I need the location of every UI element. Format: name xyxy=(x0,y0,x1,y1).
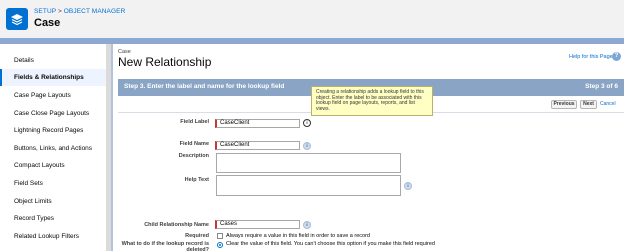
step-title: Step 3. Enter the label and name for the… xyxy=(124,83,285,90)
sidebar-item-compact-layouts[interactable]: Compact Layouts xyxy=(0,157,106,174)
clear-value-radio[interactable] xyxy=(217,242,223,248)
step-counter: Step 3 of 6 xyxy=(585,83,618,90)
help-for-page-link[interactable]: Help for this Page xyxy=(569,54,613,60)
setup-header: SETUP > OBJECT MANAGER Case xyxy=(0,0,624,40)
next-button[interactable]: Next xyxy=(580,100,597,109)
description-textarea[interactable] xyxy=(216,153,401,173)
object-manager-sidebar: Details Fields & Relationships Case Page… xyxy=(0,44,106,251)
sidebar-item-lightning-record-pages[interactable]: Lightning Record Pages xyxy=(0,122,106,139)
field-label-label: Field Label xyxy=(180,119,209,125)
breadcrumb-setup-link[interactable]: SETUP xyxy=(34,8,56,15)
main-panel: Case New Relationship Help for this Page… xyxy=(113,44,624,251)
sidebar-item-object-limits[interactable]: Object Limits xyxy=(0,193,106,210)
description-label: Description xyxy=(178,153,209,159)
previous-button[interactable]: Previous xyxy=(551,100,577,109)
cancel-link[interactable]: Cancel xyxy=(600,101,616,107)
help-text-label: Help Text xyxy=(184,177,209,183)
field-label-input[interactable]: CaseClient xyxy=(215,119,300,128)
field-name-label: Field Name xyxy=(179,141,209,147)
sidebar-item-field-sets[interactable]: Field Sets xyxy=(0,175,106,192)
sidebar-scrollbar[interactable] xyxy=(106,44,111,251)
object-title: Case xyxy=(34,17,61,29)
sidebar-item-case-close-page-layouts[interactable]: Case Close Page Layouts xyxy=(0,105,106,122)
field-name-input[interactable]: CaseClient xyxy=(215,141,300,150)
sidebar-item-fields-relationships[interactable]: Fields & Relationships xyxy=(0,69,106,86)
required-label: Required xyxy=(185,233,209,239)
page-title: New Relationship xyxy=(118,55,212,69)
child-relationship-name-label: Child Relationship Name xyxy=(144,222,209,228)
field-label-tooltip: Creating a relationship adds a lookup fi… xyxy=(311,86,433,116)
breadcrumb: SETUP > OBJECT MANAGER xyxy=(34,8,125,15)
field-name-info-icon[interactable]: i xyxy=(303,142,311,150)
breadcrumb-separator: > xyxy=(56,8,64,15)
sidebar-item-record-types[interactable]: Record Types xyxy=(0,210,106,227)
sidebar-item-details[interactable]: Details xyxy=(0,52,106,69)
help-text-info-icon[interactable]: i xyxy=(404,182,412,190)
lookup-deleted-label: What to do if the lookup record is delet… xyxy=(121,241,209,251)
child-relationship-name-input[interactable]: Cases xyxy=(215,220,300,229)
child-relationship-info-icon[interactable]: i xyxy=(303,221,311,229)
clear-value-option-text: Clear the value of this field. You can't… xyxy=(226,241,435,247)
layers-icon xyxy=(6,8,28,30)
required-checkbox[interactable] xyxy=(217,233,223,239)
sidebar-item-case-page-layouts[interactable]: Case Page Layouts xyxy=(0,87,106,104)
sidebar-item-related-lookup-filters[interactable]: Related Lookup Filters xyxy=(0,228,106,245)
field-label-info-icon[interactable]: i xyxy=(303,119,311,127)
help-icon[interactable]: ? xyxy=(612,52,621,61)
help-text-textarea[interactable] xyxy=(216,175,401,196)
sidebar-item-buttons-links-actions[interactable]: Buttons, Links, and Actions xyxy=(0,140,106,157)
required-option-text: Always require a value in this field in … xyxy=(226,233,370,239)
breadcrumb-object-manager-link[interactable]: OBJECT MANAGER xyxy=(64,8,126,15)
